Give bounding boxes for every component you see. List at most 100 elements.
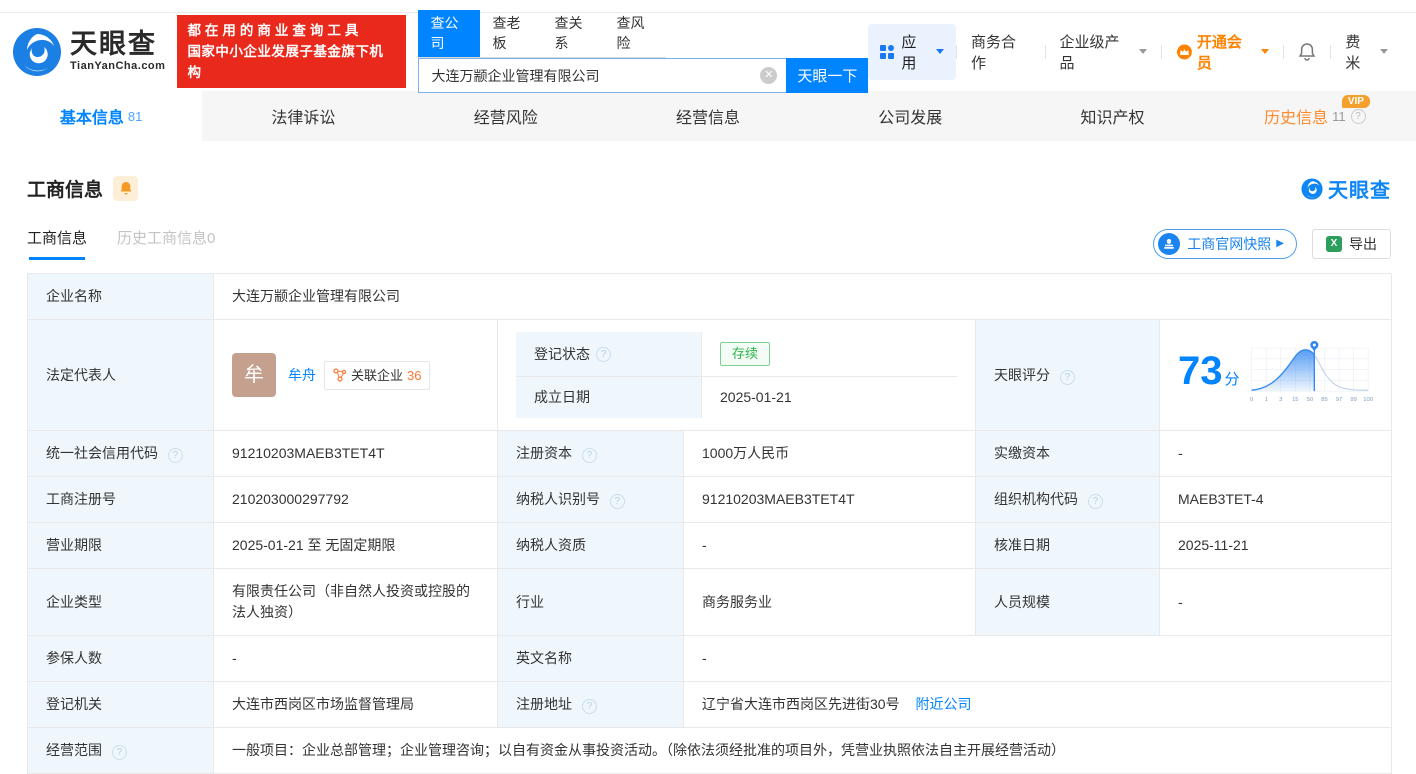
legal-rep-value: 牟 牟舟 关联企业 36 bbox=[214, 320, 498, 431]
business-cooperation-link[interactable]: 商务合作 bbox=[957, 31, 1045, 73]
field-label: 人员规模 bbox=[976, 569, 1160, 636]
company-name-value: 大连万颛企业管理有限公司 bbox=[214, 274, 1392, 320]
field-label: 法定代表人 bbox=[28, 320, 214, 431]
industry-value: 商务服务业 bbox=[684, 569, 976, 636]
search-tab-relation[interactable]: 查关系 bbox=[542, 10, 604, 57]
row-credit-code: 统一社会信用代码 ? 91210203MAEB3TET4T 注册资本 ? 100… bbox=[28, 431, 1392, 477]
svg-text:0: 0 bbox=[1249, 397, 1252, 403]
score-distribution-chart: 0131550859799100 bbox=[1248, 335, 1373, 415]
user-menu[interactable]: 费米 bbox=[1331, 31, 1402, 73]
logo-domain: TianYanCha.com bbox=[70, 61, 165, 72]
score-marker-pin bbox=[1310, 341, 1318, 351]
field-label: 参保人数 bbox=[28, 636, 214, 682]
english-name-value: - bbox=[684, 636, 1392, 682]
tab-legal-litigation[interactable]: 法律诉讼 bbox=[202, 91, 404, 141]
apps-grid-icon bbox=[880, 45, 894, 59]
help-icon[interactable]: ? bbox=[168, 448, 183, 463]
open-vip-menu[interactable]: 开通会员 bbox=[1162, 31, 1283, 73]
business-term-value: 2025-01-21 至 无固定期限 bbox=[214, 523, 498, 569]
org-code-value: MAEB3TET-4 bbox=[1160, 477, 1392, 523]
tab-operation-risk[interactable]: 经营风险 bbox=[405, 91, 607, 141]
field-label: 营业期限 bbox=[28, 523, 214, 569]
address-value: 辽宁省大连市西岗区先进街30号 附近公司 bbox=[684, 682, 1392, 728]
search-box: 查公司 查老板 查关系 查风险 ✕ 天眼一下 bbox=[418, 10, 868, 93]
company-type-value: 有限责任公司（非自然人投资或控股的法人独资） bbox=[214, 569, 498, 636]
chevron-down-icon bbox=[1261, 49, 1269, 54]
field-label: 纳税人识别号 ? bbox=[498, 477, 684, 523]
field-label: 登记状态 ? bbox=[516, 332, 702, 377]
excel-icon: X bbox=[1326, 236, 1342, 252]
tab-history-info[interactable]: VIP 历史信息 11 ? bbox=[1214, 91, 1416, 141]
help-icon[interactable]: ? bbox=[112, 745, 127, 760]
help-icon[interactable]: ? bbox=[582, 448, 597, 463]
tab-company-development[interactable]: 公司发展 bbox=[809, 91, 1011, 141]
reg-number-value: 210203000297792 bbox=[214, 477, 498, 523]
monitor-bell-icon[interactable] bbox=[113, 176, 138, 201]
network-icon bbox=[333, 368, 347, 382]
tianyancha-logo[interactable]: 天眼查 TianYanCha.com bbox=[12, 27, 165, 77]
field-label: 组织机构代码 ? bbox=[976, 477, 1160, 523]
field-label: 行业 bbox=[498, 569, 684, 636]
field-label: 经营范围 ? bbox=[28, 728, 214, 774]
field-label: 实缴资本 bbox=[976, 431, 1160, 477]
row-reg-authority: 登记机关 大连市西岗区市场监督管理局 注册地址 ? 辽宁省大连市西岗区先进街30… bbox=[28, 682, 1392, 728]
field-label: 注册资本 ? bbox=[498, 431, 684, 477]
score-number: 73分 bbox=[1178, 361, 1240, 390]
business-info-table: 企业名称 大连万颛企业管理有限公司 法定代表人 牟 牟舟 bbox=[27, 273, 1392, 774]
insured-value: - bbox=[214, 636, 498, 682]
related-companies-badge[interactable]: 关联企业 36 bbox=[324, 361, 430, 390]
stamp-icon bbox=[1158, 233, 1180, 255]
search-tab-risk[interactable]: 查风险 bbox=[604, 10, 666, 57]
company-nav-tabs: 基本信息 81 法律诉讼 经营风险 经营信息 公司发展 知识产权 VIP 历史信… bbox=[0, 91, 1416, 141]
tab-intellectual-property[interactable]: 知识产权 bbox=[1011, 91, 1213, 141]
help-icon[interactable]: ? bbox=[1088, 494, 1103, 509]
row-company-type: 企业类型 有限责任公司（非自然人投资或控股的法人独资） 行业 商务服务业 人员规… bbox=[28, 569, 1392, 636]
tab-operation-info[interactable]: 经营信息 bbox=[607, 91, 809, 141]
official-snapshot-button[interactable]: 工商官网快照 ▶ bbox=[1153, 229, 1297, 259]
notifications-bell-icon[interactable] bbox=[1284, 42, 1330, 61]
field-label: 企业名称 bbox=[28, 274, 214, 320]
enterprise-products-menu[interactable]: 企业级产品 bbox=[1046, 31, 1161, 73]
staff-size-value: - bbox=[1160, 569, 1392, 636]
help-icon[interactable]: ? bbox=[1351, 109, 1366, 124]
subtab-history-business-info[interactable]: 历史工商信息0 bbox=[117, 227, 215, 260]
arrow-right-icon: ▶ bbox=[1276, 238, 1284, 249]
brand-slogan: 都在用的商业查询工具 国家中小企业发展子基金旗下机构 bbox=[177, 15, 406, 88]
search-button[interactable]: 天眼一下 bbox=[786, 58, 868, 93]
main-content: 工商信息 天眼查 工商信息 历史工商信息0 bbox=[0, 174, 1416, 774]
help-icon[interactable]: ? bbox=[582, 699, 597, 714]
field-label: 天眼评分 ? bbox=[976, 320, 1160, 431]
search-tab-company[interactable]: 查公司 bbox=[418, 10, 480, 57]
chevron-down-icon bbox=[936, 49, 944, 54]
row-reg-number: 工商注册号 210203000297792 纳税人识别号 ? 91210203M… bbox=[28, 477, 1392, 523]
field-label: 核准日期 bbox=[976, 523, 1160, 569]
status-badge: 存续 bbox=[720, 342, 770, 366]
chevron-down-icon bbox=[1139, 49, 1147, 54]
svg-text:99: 99 bbox=[1350, 397, 1356, 403]
row-legal-rep: 法定代表人 牟 牟舟 关联企业 3 bbox=[28, 320, 1392, 431]
section-title: 工商信息 bbox=[27, 175, 103, 202]
field-label: 英文名称 bbox=[498, 636, 684, 682]
apps-menu[interactable]: 应用 bbox=[868, 24, 956, 80]
help-icon[interactable]: ? bbox=[610, 494, 625, 509]
reg-authority-value: 大连市西岗区市场监督管理局 bbox=[214, 682, 498, 728]
nearby-companies-link[interactable]: 附近公司 bbox=[915, 696, 971, 712]
business-scope-value: 一般项目：企业总部管理；企业管理咨询；以自有资金从事投资活动。（除依法须经批准的… bbox=[214, 728, 1392, 774]
taxpayer-quality-value: - bbox=[684, 523, 976, 569]
field-label: 统一社会信用代码 ? bbox=[28, 431, 214, 477]
taxpayer-id-value: 91210203MAEB3TET4T bbox=[684, 477, 976, 523]
legal-rep-link[interactable]: 牟舟 bbox=[288, 365, 316, 386]
vip-badge: VIP bbox=[1342, 95, 1370, 108]
svg-text:100: 100 bbox=[1363, 397, 1373, 403]
help-icon[interactable]: ? bbox=[596, 347, 611, 362]
subtab-business-info[interactable]: 工商信息 bbox=[27, 227, 87, 260]
help-icon[interactable]: ? bbox=[1060, 370, 1075, 385]
row-business-term: 营业期限 2025-01-21 至 无固定期限 纳税人资质 - 核准日期 202… bbox=[28, 523, 1392, 569]
tab-basic-info[interactable]: 基本信息 81 bbox=[0, 91, 202, 141]
search-tab-boss[interactable]: 查老板 bbox=[480, 10, 542, 57]
search-input[interactable] bbox=[418, 58, 786, 93]
field-label: 企业类型 bbox=[28, 569, 214, 636]
svg-text:1: 1 bbox=[1264, 397, 1267, 403]
top-menu: 应用 商务合作 企业级产品 开通会员 bbox=[868, 24, 1402, 80]
export-button[interactable]: X 导出 bbox=[1312, 229, 1391, 259]
